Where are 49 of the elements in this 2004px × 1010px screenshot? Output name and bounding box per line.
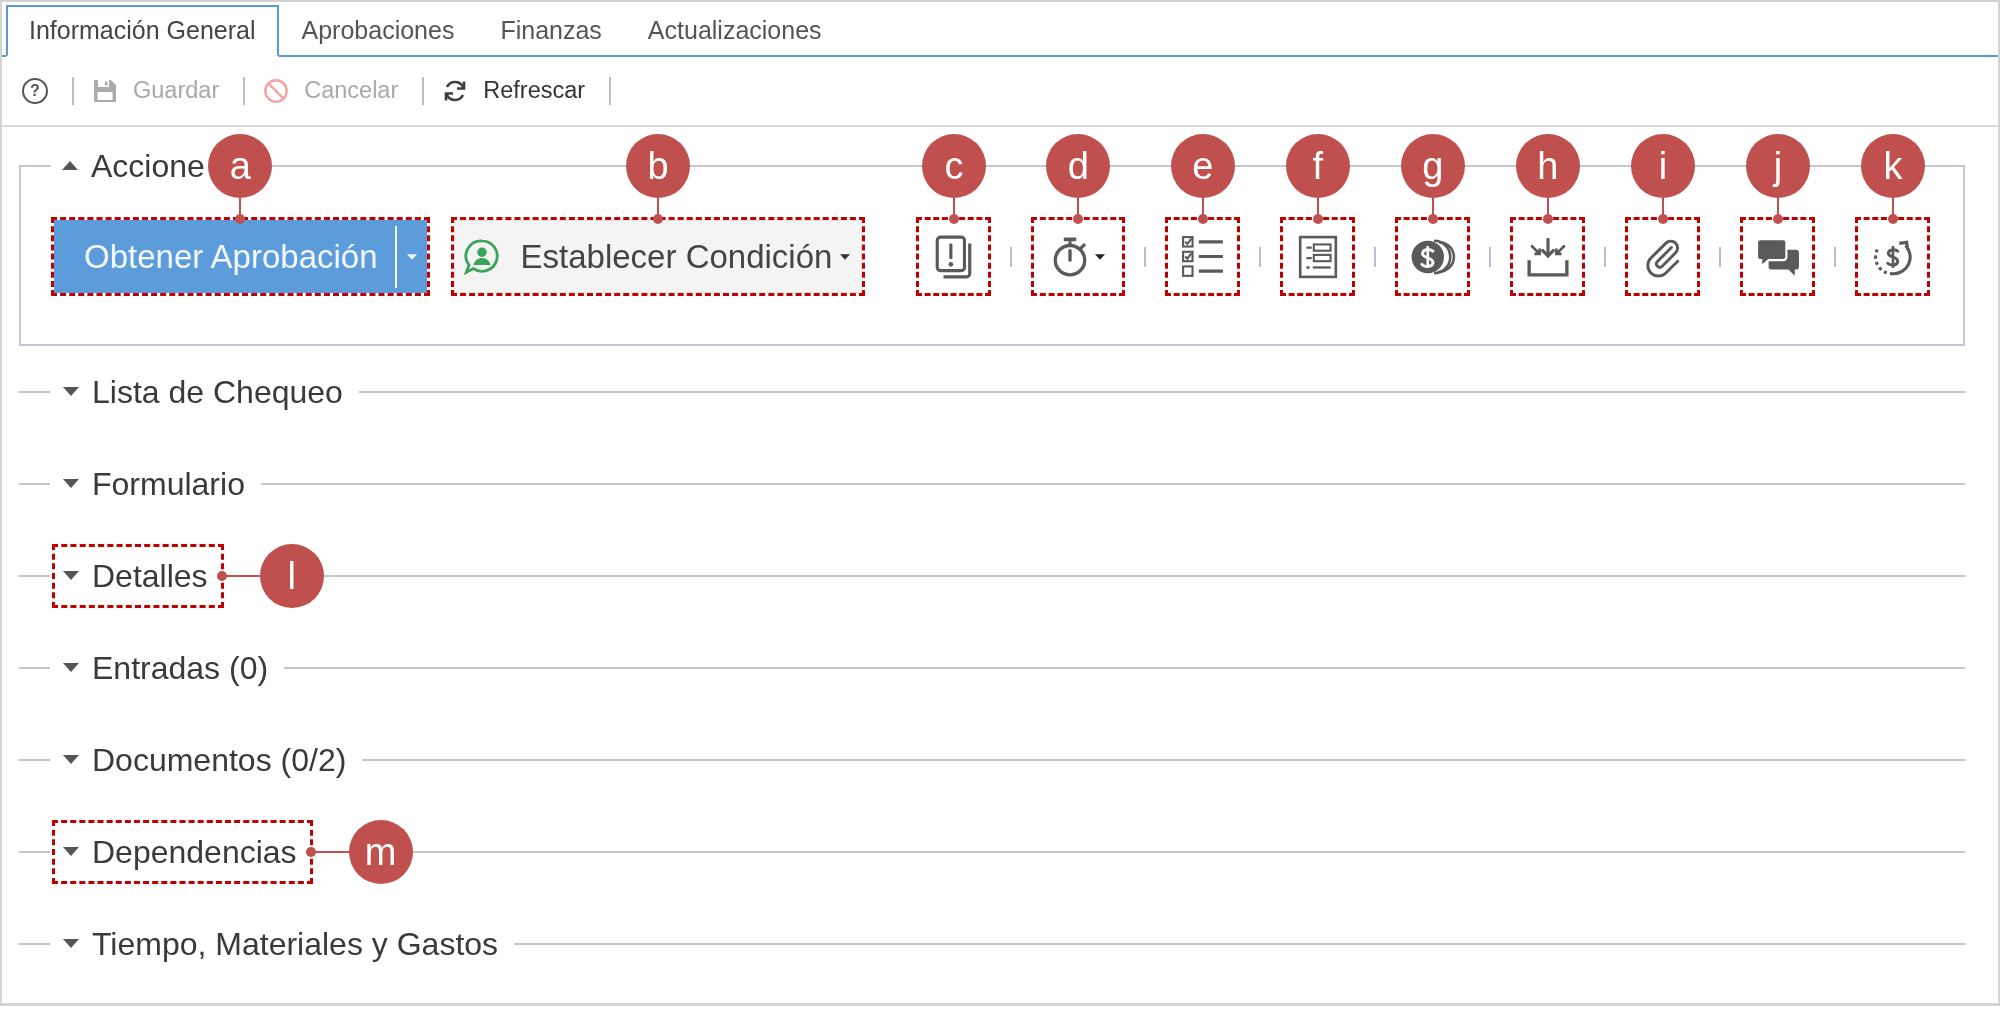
leader-line <box>948 198 959 224</box>
section-toggle[interactable]: Lista de Chequeo <box>63 372 343 412</box>
leader-line <box>1427 198 1438 224</box>
section-toggle[interactable]: Detalles <box>63 556 208 596</box>
section-toggle[interactable]: Accione <box>62 146 205 186</box>
callout-marker: m <box>348 820 413 884</box>
leader-line <box>1073 198 1084 224</box>
dollar-coin-icon[interactable] <box>1409 237 1456 276</box>
leader-line <box>306 847 350 857</box>
help-button[interactable]: ? <box>22 78 48 104</box>
leader-line <box>1772 198 1783 224</box>
leader-line <box>217 571 261 581</box>
prohibition-icon <box>263 78 290 104</box>
callout-marker: i <box>1630 134 1695 198</box>
callout-marker: l <box>259 544 324 608</box>
section-toggle[interactable]: Entradas (0) <box>63 648 269 688</box>
exclamation-card-icon[interactable] <box>934 234 973 279</box>
caret-icon[interactable] <box>1095 253 1106 260</box>
tab[interactable]: Aprobaciones <box>278 5 478 57</box>
form-document-icon[interactable] <box>1297 234 1338 279</box>
section-toggle[interactable]: Tiempo, Materiales y Gastos <box>63 924 499 964</box>
tab[interactable]: Actualizaciones <box>624 5 845 57</box>
callout-marker: f <box>1285 134 1350 198</box>
tab[interactable]: Finanzas <box>477 5 625 57</box>
callout-marker: k <box>1860 134 1925 198</box>
leader-line <box>1312 198 1323 224</box>
callout-marker: j <box>1745 134 1810 198</box>
callout-marker: g <box>1400 134 1465 198</box>
callout-marker: b <box>625 134 690 198</box>
callout-marker: h <box>1515 134 1580 198</box>
refresh-button[interactable]: Refrescar <box>442 73 586 109</box>
checklist-icon[interactable] <box>1180 234 1225 279</box>
leader-line <box>1657 198 1668 224</box>
section-toggle[interactable]: Documentos (0/2) <box>63 740 347 780</box>
callout-marker: a <box>208 134 273 198</box>
tab[interactable]: Información General <box>6 5 279 57</box>
section-toggle[interactable]: Formulario <box>63 464 245 504</box>
callout-marker: c <box>921 134 986 198</box>
callout-marker: e <box>1170 134 1235 198</box>
leader-line <box>1197 198 1208 224</box>
tray-arrows-icon[interactable] <box>1525 235 1570 278</box>
leader-line <box>1887 198 1898 224</box>
dropdown-button[interactable]: Establecer Condición <box>453 220 863 293</box>
leader-line <box>235 198 246 224</box>
callout-marker: d <box>1046 134 1111 198</box>
leader-line <box>652 198 663 224</box>
section-toggle[interactable]: Dependencias <box>63 832 297 872</box>
leader-line <box>1542 198 1553 224</box>
person-chat-icon <box>462 237 501 276</box>
